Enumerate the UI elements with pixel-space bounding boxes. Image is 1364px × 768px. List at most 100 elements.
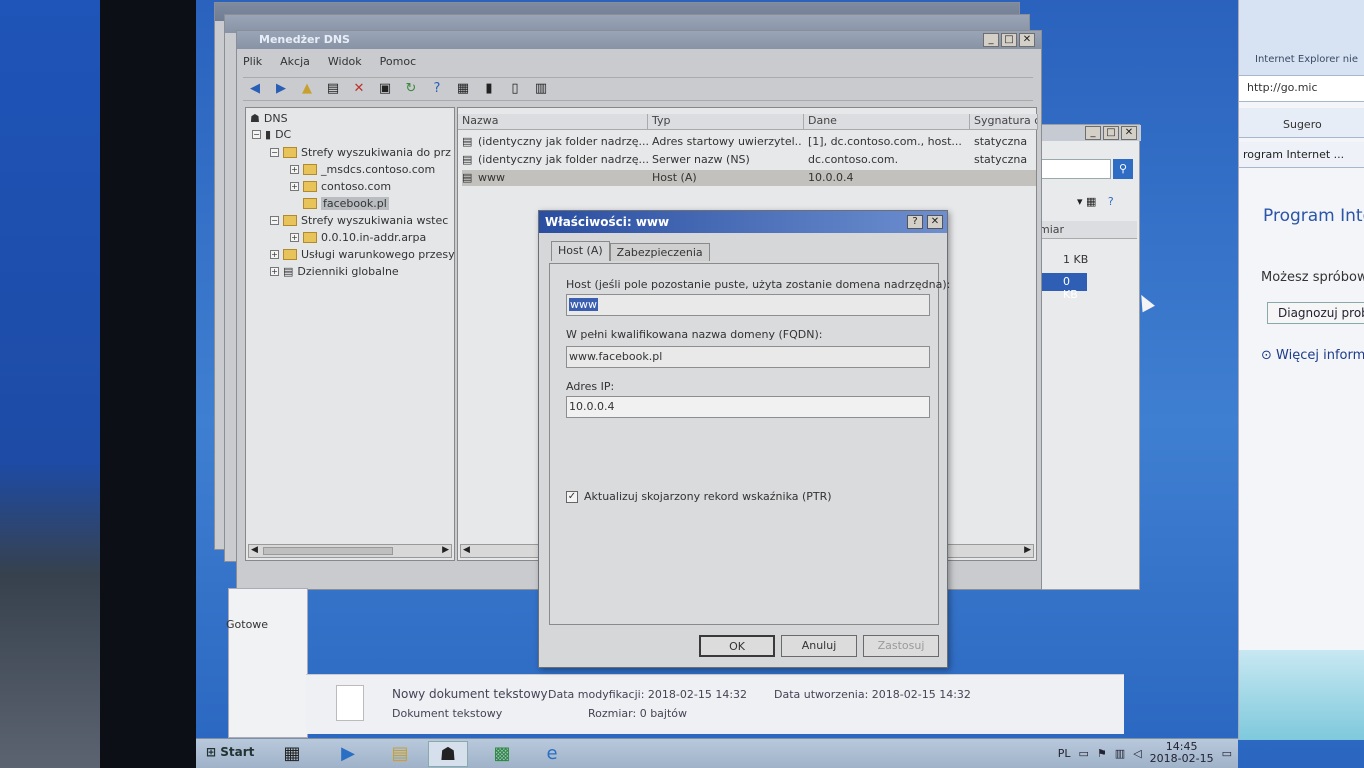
forward-arrow-icon[interactable]: ▶ bbox=[273, 81, 289, 97]
explorer-view-toolbar[interactable]: ▾ ▦ ? bbox=[1077, 195, 1137, 211]
tree-item-conditional[interactable]: + Usługi warunkowego przesy bbox=[270, 248, 455, 261]
maximize-icon[interactable]: □ bbox=[1103, 126, 1119, 140]
table-row[interactable]: ▤ (identyczny jak folder nadrzę... Serwe… bbox=[462, 152, 1036, 168]
column-header-timestamp[interactable]: Sygnatura cz bbox=[970, 114, 1038, 130]
cancel-button[interactable]: Anuluj bbox=[781, 635, 857, 657]
ptr-checkbox-row[interactable]: ✓ Aktualizuj skojarzony rekord wskaźnika… bbox=[566, 490, 832, 503]
minimize-icon[interactable]: _ bbox=[983, 33, 999, 47]
ie-tab[interactable]: rogram Internet ... bbox=[1239, 142, 1364, 168]
explorer-icon[interactable]: ▤ bbox=[380, 741, 420, 767]
tab-security[interactable]: Zabezpieczenia bbox=[609, 243, 710, 261]
dialog-close-button[interactable]: ✕ bbox=[927, 215, 943, 229]
expand-icon[interactable]: + bbox=[290, 182, 299, 191]
ok-button[interactable]: OK bbox=[699, 635, 775, 657]
start-label: Start bbox=[220, 745, 255, 759]
server-manager-icon[interactable]: ▦ bbox=[272, 741, 312, 767]
ip-address-input[interactable]: 10.0.0.4 bbox=[566, 396, 930, 418]
column-header-name[interactable]: Nazwa bbox=[458, 114, 648, 130]
server-icon[interactable]: ▮ bbox=[481, 81, 497, 97]
expand-icon[interactable]: + bbox=[270, 267, 279, 276]
explorer-search-box[interactable] bbox=[1039, 159, 1111, 179]
scroll-left-icon[interactable]: ◀ bbox=[463, 545, 470, 555]
ie-favorite-link[interactable]: Sugero bbox=[1283, 118, 1322, 131]
tree-item-facebook[interactable]: facebook.pl bbox=[303, 197, 389, 210]
minimize-icon[interactable]: _ bbox=[1085, 126, 1101, 140]
powershell-icon[interactable]: ▶ bbox=[328, 741, 368, 767]
ie-window-right[interactable]: Internet Explorer nie http://go.mic Suge… bbox=[1238, 0, 1364, 740]
close-icon[interactable]: ✕ bbox=[1019, 33, 1035, 47]
expand-icon[interactable]: + bbox=[290, 165, 299, 174]
column-header-data[interactable]: Dane bbox=[804, 114, 970, 130]
ie-address-text[interactable]: http://go.mic bbox=[1247, 81, 1318, 94]
explorer-window-back[interactable]: _ □ ✕ ⚲ ▾ ▦ ? miar 1 KB 0 KB bbox=[1036, 124, 1141, 590]
tree-scrollbar[interactable]: ◀ ▶ bbox=[248, 544, 452, 558]
collapse-icon[interactable]: − bbox=[270, 216, 279, 225]
help-icon[interactable]: ? bbox=[429, 81, 445, 97]
tree-item-contoso[interactable]: + contoso.com bbox=[290, 180, 391, 193]
explorer-column-header[interactable]: miar bbox=[1039, 221, 1137, 239]
clock[interactable]: 14:45 2018-02-15 bbox=[1150, 741, 1214, 765]
network-tray-icon[interactable]: ▥ bbox=[1115, 747, 1125, 760]
desk-background-left bbox=[0, 0, 110, 768]
tree-item-reverse-zone[interactable]: + 0.0.10.in-addr.arpa bbox=[290, 231, 426, 244]
records-icon[interactable]: ▥ bbox=[533, 81, 549, 97]
scroll-right-icon[interactable]: ▶ bbox=[442, 545, 449, 555]
menu-plik[interactable]: Plik bbox=[243, 55, 262, 75]
collapse-icon[interactable]: − bbox=[252, 130, 261, 139]
network-icon[interactable]: ▩ bbox=[482, 741, 522, 767]
menu-akcja[interactable]: Akcja bbox=[280, 55, 310, 75]
properties-icon[interactable]: ▣ bbox=[377, 81, 393, 97]
tree-item-global-logs[interactable]: + ▤ Dzienniki globalne bbox=[270, 265, 399, 278]
table-row-selected[interactable]: ▤ www Host (A) 10.0.0.4 bbox=[462, 170, 1036, 186]
tree-scroll-thumb[interactable] bbox=[263, 547, 393, 555]
ie-more-info-link[interactable]: ⊙ Więcej inform bbox=[1261, 348, 1364, 363]
view-icon[interactable]: ▦ bbox=[455, 81, 471, 97]
scroll-left-icon[interactable]: ◀ bbox=[251, 545, 258, 555]
column-header-type[interactable]: Typ bbox=[648, 114, 804, 130]
dns-tree-pane[interactable]: ☗ DNS − ▮ DC − Strefy wyszukiwania do prz … bbox=[245, 107, 455, 561]
flag-icon[interactable]: ⚑ bbox=[1097, 747, 1107, 760]
record-icon: ▤ bbox=[462, 153, 473, 166]
tree-item-msdcs[interactable]: + _msdcs.contoso.com bbox=[290, 163, 435, 176]
tree-item-forward-zones[interactable]: − Strefy wyszukiwania do prz bbox=[270, 146, 451, 159]
document-icon[interactable]: ▯ bbox=[507, 81, 523, 97]
back-arrow-icon[interactable]: ◀ bbox=[247, 81, 263, 97]
table-row[interactable]: ▤ (identyczny jak folder nadrzę... Adres… bbox=[462, 134, 1036, 150]
view-options-icon[interactable]: ▾ ▦ bbox=[1077, 195, 1096, 208]
ie-diagnose-button[interactable]: Diagnozuj prob bbox=[1267, 302, 1364, 324]
keyboard-icon[interactable]: ▭ bbox=[1079, 747, 1089, 760]
dns-title: Menedżer DNS bbox=[259, 33, 350, 46]
show-hide-tree-icon[interactable]: ▤ bbox=[325, 81, 341, 97]
tree-item-reverse-zones[interactable]: − Strefy wyszukiwania wstec bbox=[270, 214, 448, 227]
tab-host-a[interactable]: Host (A) bbox=[551, 241, 610, 261]
maximize-icon[interactable]: □ bbox=[1001, 33, 1017, 47]
help-icon[interactable]: ? bbox=[1108, 195, 1114, 208]
start-button[interactable]: ⊞ Start bbox=[200, 743, 260, 765]
apply-button[interactable]: Zastosuj bbox=[863, 635, 939, 657]
refresh-icon[interactable]: ↻ bbox=[403, 81, 419, 97]
expand-icon[interactable]: + bbox=[290, 233, 299, 242]
dns-manager-taskbar-icon[interactable]: ☗ bbox=[428, 741, 468, 767]
dialog-help-button[interactable]: ? bbox=[907, 215, 923, 229]
up-folder-icon[interactable]: ▲ bbox=[299, 81, 315, 97]
internet-explorer-icon[interactable]: e bbox=[532, 741, 572, 767]
search-icon[interactable]: ⚲ bbox=[1113, 159, 1133, 179]
expand-icon[interactable]: + bbox=[270, 250, 279, 259]
ie-address-bar[interactable]: http://go.mic bbox=[1239, 76, 1364, 102]
show-desktop-icon[interactable]: ▭ bbox=[1222, 747, 1232, 760]
language-indicator[interactable]: PL bbox=[1058, 747, 1071, 760]
selected-file-size-row[interactable]: 0 KB bbox=[1037, 273, 1087, 301]
scroll-right-icon[interactable]: ▶ bbox=[1024, 545, 1031, 555]
collapse-icon[interactable]: − bbox=[270, 148, 279, 157]
menu-pomoc[interactable]: Pomoc bbox=[380, 55, 416, 75]
menu-widok[interactable]: Widok bbox=[328, 55, 362, 75]
delete-icon[interactable]: ✕ bbox=[351, 81, 367, 97]
folder-icon bbox=[283, 147, 297, 158]
tree-item-dns[interactable]: ☗ DNS bbox=[250, 112, 288, 125]
close-icon[interactable]: ✕ bbox=[1121, 126, 1137, 140]
ptr-checkbox[interactable]: ✓ bbox=[566, 490, 578, 503]
tree-item-dc[interactable]: − ▮ DC bbox=[252, 128, 291, 141]
volume-icon[interactable]: ◁ bbox=[1133, 747, 1141, 760]
host-input[interactable]: www bbox=[566, 294, 930, 316]
properties-dialog[interactable]: Właściwości: www ? ✕ Host (A) Zabezpiecz… bbox=[538, 210, 950, 668]
